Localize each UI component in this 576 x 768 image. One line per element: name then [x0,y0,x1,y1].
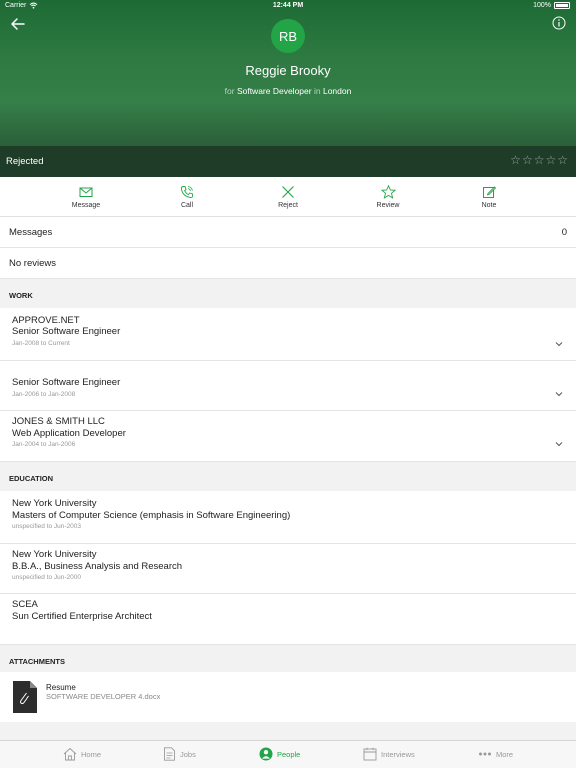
education-degree: B.B.A., Business Analysis and Research [12,561,183,572]
job-location: London [322,86,352,96]
message-button[interactable]: Message [56,185,116,209]
star-icon[interactable]: ☆ [534,154,545,166]
chevron-down-icon[interactable] [554,390,564,398]
star-icon[interactable]: ☆ [522,154,533,166]
note-button[interactable]: Note [459,185,519,209]
jobs-icon [164,747,175,761]
work-section-title: WORK [9,291,33,300]
reviews-row[interactable]: No reviews [0,248,576,279]
education-school: New York University [12,549,97,560]
tab-more[interactable]: More [478,747,513,761]
candidate-header: Carrier 12:44 PM 100% RB Reggie Brooky f… [0,0,576,146]
attachment-label: Resume [46,683,76,692]
work-item[interactable]: Senior Software Engineer Jan-2006 to Jan… [0,361,576,411]
education-dates: unspecified to Jun-2003 [12,523,82,530]
action-bar: Message Call Reject Review Note [0,177,576,217]
tab-bar: Home Jobs People Interviews More [0,740,576,768]
work-dates: Jan-2004 to Jan-2006 [12,441,76,448]
battery-percent: 100% [533,2,551,9]
work-item[interactable]: JONES & SMITH LLC Web Application Develo… [0,411,576,462]
star-icon[interactable]: ☆ [510,154,521,166]
work-position: Senior Software Engineer [12,377,121,388]
education-item: New York University B.B.A., Business Ana… [0,544,576,594]
chevron-down-icon[interactable] [554,440,564,448]
education-item: SCEA Sun Certified Enterprise Architect [0,594,576,645]
work-item[interactable]: APPROVE.NET Senior Software Engineer Jan… [0,308,576,361]
messages-count: 0 [561,227,567,238]
calendar-icon [363,747,377,761]
status-label: Rejected [6,156,44,167]
star-icon [380,185,396,199]
job-role: Software Developer [236,86,312,96]
education-item: New York University Masters of Computer … [0,491,576,544]
clock: 12:44 PM [272,2,304,9]
star-icon[interactable]: ☆ [557,154,568,166]
battery-icon [554,2,570,9]
messages-row[interactable]: Messages 0 [0,217,576,248]
home-icon [63,747,77,761]
education-section-title: EDUCATION [9,474,54,483]
note-icon [483,186,496,198]
candidate-subtitle: for Software Developer in London [224,86,352,96]
status-strip: Rejected ☆ ☆ ☆ ☆ ☆ [0,146,576,177]
tab-home[interactable]: Home [63,747,101,761]
tab-people[interactable]: People [259,747,300,761]
education-dates: unspecified to Jun-2000 [12,574,82,581]
attachments-section-title: ATTACHMENTS [9,657,65,666]
tab-jobs[interactable]: Jobs [163,747,196,761]
x-icon [282,186,294,198]
back-arrow-icon[interactable] [9,15,27,33]
info-icon[interactable] [552,16,566,30]
phone-icon [180,186,193,199]
more-icon [479,752,491,756]
attachment-filename: SOFTWARE DEVELOPER 4.docx [46,692,161,701]
education-school: New York University [12,498,97,509]
reviews-label: No reviews [9,258,56,269]
education-degree: Masters of Computer Science (emphasis in… [12,510,291,521]
reject-button[interactable]: Reject [258,185,318,209]
envelope-icon [79,187,93,197]
work-dates: Jan-2006 to Jan-2008 [12,391,76,398]
avatar: RB [271,19,305,53]
call-button[interactable]: Call [157,185,217,209]
review-button[interactable]: Review [358,185,418,209]
status-bar: Carrier 12:44 PM 100% [0,0,576,12]
tab-interviews[interactable]: Interviews [363,747,415,761]
education-school: SCEA [12,599,38,610]
star-icon[interactable]: ☆ [545,154,556,166]
work-company: APPROVE.NET [12,315,80,326]
rating-stars[interactable]: ☆ ☆ ☆ ☆ ☆ [510,154,568,166]
work-company: JONES & SMITH LLC [12,416,105,427]
messages-label: Messages [9,227,53,238]
chevron-down-icon[interactable] [554,340,564,348]
work-dates: Jan-2008 to Current [12,340,70,347]
candidate-name: Reggie Brooky [245,63,331,78]
work-position: Senior Software Engineer [12,326,121,337]
people-icon [259,747,273,761]
work-position: Web Application Developer [12,428,126,439]
paperclip-document-icon[interactable] [13,681,37,713]
education-degree: Sun Certified Enterprise Architect [12,611,152,622]
